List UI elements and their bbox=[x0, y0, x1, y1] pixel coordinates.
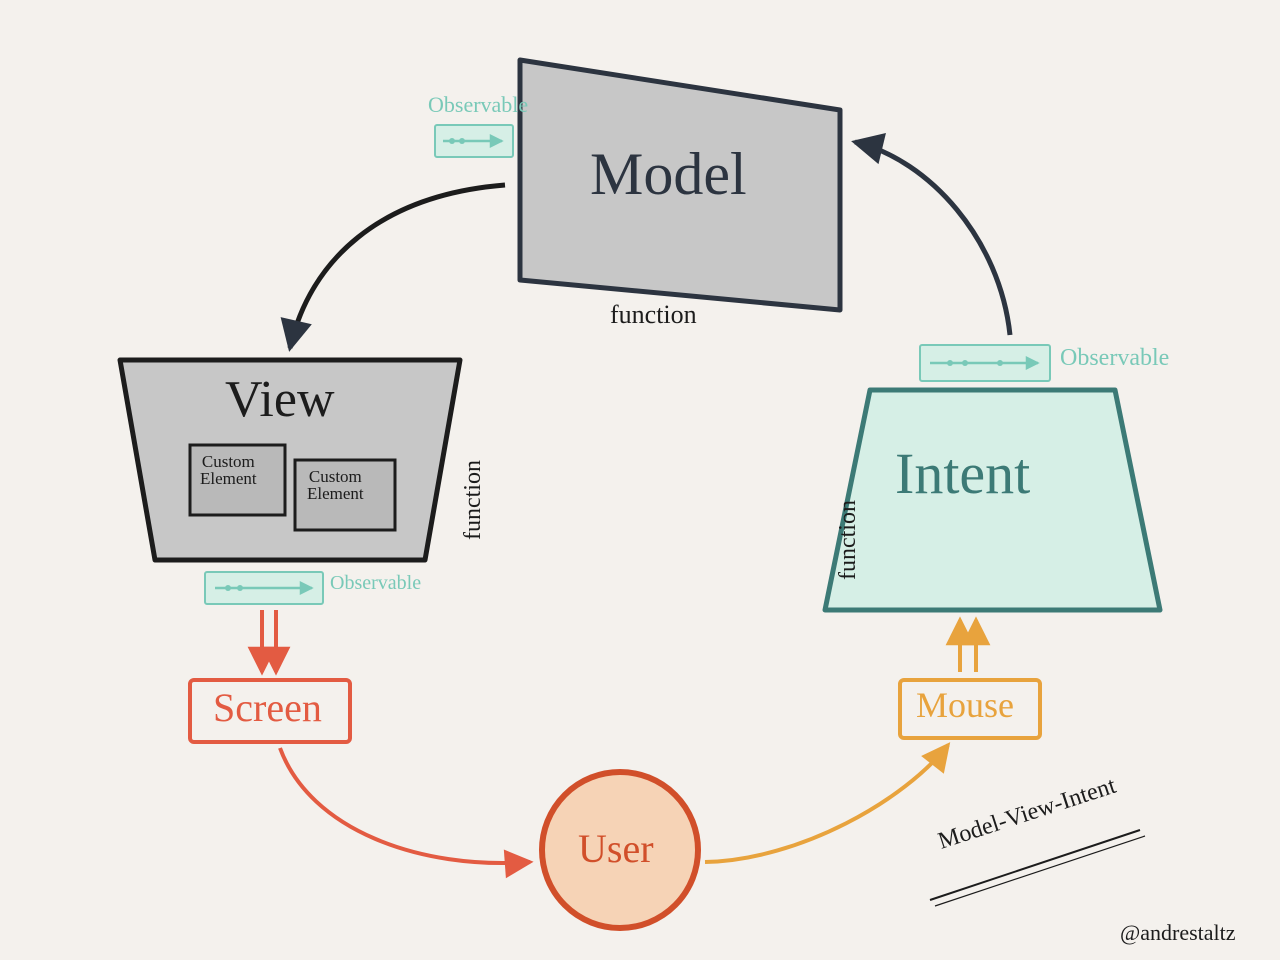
arrow-screen-to-user bbox=[280, 748, 530, 863]
arrow-model-to-view bbox=[290, 185, 505, 348]
arrow-user-to-mouse bbox=[705, 745, 948, 862]
diagram-canvas: Model function View function Custom Elem… bbox=[0, 0, 1280, 960]
label-custom-el-2: Custom Element bbox=[307, 468, 364, 502]
arrow-mouse-to-intent bbox=[960, 620, 976, 672]
arrow-intent-to-model bbox=[855, 142, 1010, 335]
label-model: Model bbox=[590, 140, 747, 209]
label-view: View bbox=[225, 370, 335, 429]
observable-view bbox=[205, 572, 323, 604]
label-view-sub: function bbox=[460, 460, 487, 540]
label-screen: Screen bbox=[213, 684, 322, 731]
footer-credit: @andrestaltz bbox=[1120, 920, 1236, 946]
label-intent: Intent bbox=[895, 440, 1030, 507]
label-obs-intent: Observable bbox=[1060, 345, 1169, 372]
observable-intent bbox=[920, 345, 1050, 381]
label-obs-view: Observable bbox=[330, 572, 421, 595]
arrow-view-to-screen bbox=[262, 610, 276, 672]
label-intent-sub: function bbox=[835, 500, 862, 580]
observable-model bbox=[435, 125, 513, 157]
label-mouse: Mouse bbox=[916, 684, 1014, 726]
label-obs-model: Observable bbox=[428, 92, 528, 118]
label-user: User bbox=[578, 825, 654, 872]
label-model-sub: function bbox=[610, 300, 697, 330]
label-custom-el-1: Custom Element bbox=[200, 453, 257, 487]
